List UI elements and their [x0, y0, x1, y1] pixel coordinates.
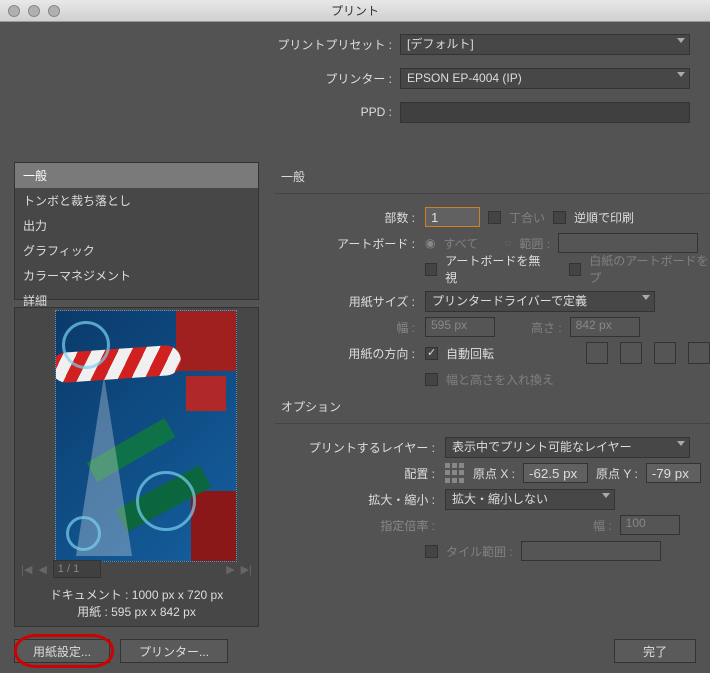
printer-combo[interactable]: EPSON EP-4004 (IP)	[400, 68, 690, 89]
collate-label: 丁合い	[509, 209, 545, 226]
swap-label: 幅と高さを入れ換え	[446, 371, 554, 388]
collate-checkbox	[488, 211, 501, 224]
printer-label: プリンター :	[0, 70, 400, 87]
blank-artboard-checkbox	[569, 263, 581, 276]
printer-button[interactable]: プリンター...	[120, 639, 228, 663]
category-item-output[interactable]: 出力	[15, 213, 258, 238]
nav-first-icon[interactable]: |◀	[21, 563, 32, 576]
window-minimize-button[interactable]	[28, 5, 40, 17]
print-preview: |◀ ◀ 1 / 1 ▶ ▶| ドキュメント : 1000 px x 720 p…	[14, 307, 259, 627]
origin-x-label: 原点 X :	[473, 465, 515, 482]
paper-size-combo[interactable]: プリンタードライバーで定義	[425, 291, 655, 312]
registration-point-icon[interactable]	[445, 463, 465, 483]
artboard-range-input	[558, 233, 698, 253]
window-close-button[interactable]	[8, 5, 20, 17]
artboard-all-label: すべて	[443, 235, 478, 252]
chevron-down-icon	[642, 295, 650, 300]
chevron-down-icon	[602, 493, 610, 498]
layers-label: プリントするレイヤー :	[275, 439, 445, 456]
height-input: 842 px	[570, 317, 640, 337]
layers-combo[interactable]: 表示中でプリント可能なレイヤー	[445, 437, 690, 458]
blank-artboard-label: 白紙のアートボードをプ	[589, 252, 710, 286]
window-zoom-button[interactable]	[48, 5, 60, 17]
orientation-landscape-icon	[620, 342, 642, 364]
chevron-down-icon	[677, 72, 685, 77]
width-label: 幅 :	[275, 319, 425, 336]
section-options-title: オプション	[281, 398, 710, 415]
orientation-label: 用紙の方向 :	[275, 345, 425, 362]
category-item-marks[interactable]: トンボと裁ち落とし	[15, 188, 258, 213]
auto-rotate-label: 自動回転	[446, 345, 494, 362]
window-title: プリント	[331, 4, 379, 18]
origin-y-input[interactable]	[646, 463, 701, 483]
category-item-general[interactable]: 一般	[15, 163, 258, 188]
page-setup-button[interactable]: 用紙設定...	[14, 639, 110, 663]
artboard-range-label: 範囲 :	[519, 235, 550, 252]
done-button[interactable]: 完了	[614, 639, 696, 663]
preset-combo[interactable]: [デフォルト]	[400, 34, 690, 55]
copies-label: 部数 :	[275, 209, 425, 226]
scale-label: 拡大・縮小 :	[275, 491, 445, 508]
chevron-down-icon	[677, 441, 685, 446]
orientation-landscape-rev-icon	[688, 342, 710, 364]
width-input: 595 px	[425, 317, 495, 337]
ratio-label: 指定倍率 :	[275, 517, 445, 534]
chevron-down-icon	[677, 38, 685, 43]
category-item-color-mgmt[interactable]: カラーマネジメント	[15, 263, 258, 288]
ratio-w-input: 100	[620, 515, 680, 535]
artboard-label: アートボード :	[275, 235, 425, 252]
preset-label: プリントプリセット :	[0, 36, 400, 53]
tile-input	[521, 541, 661, 561]
preview-canvas	[55, 310, 237, 562]
auto-rotate-checkbox[interactable]	[425, 347, 438, 360]
tile-label: タイル範囲 :	[446, 543, 513, 560]
preview-nav: |◀ ◀ 1 / 1 ▶ ▶|	[21, 559, 252, 579]
origin-y-label: 原点 Y :	[596, 465, 638, 482]
orientation-portrait-icon	[586, 342, 608, 364]
height-label: 高さ :	[531, 319, 562, 336]
nav-last-icon[interactable]: ▶|	[241, 563, 252, 576]
ppd-label: PPD :	[0, 105, 400, 119]
orientation-portrait-rev-icon	[654, 342, 676, 364]
ppd-combo	[400, 102, 690, 123]
nav-next-icon[interactable]: ▶	[226, 563, 234, 576]
reverse-label: 逆順で印刷	[574, 209, 634, 226]
ignore-artboard-label: アートボードを無視	[445, 252, 544, 286]
ratio-w-label: 幅 :	[593, 517, 612, 534]
copies-input[interactable]	[425, 207, 480, 227]
scale-combo[interactable]: 拡大・縮小しない	[445, 489, 615, 510]
nav-prev-icon[interactable]: ◀	[38, 563, 46, 576]
category-item-graphics[interactable]: グラフィック	[15, 238, 258, 263]
swap-checkbox	[425, 373, 438, 386]
tile-checkbox	[425, 545, 438, 558]
preview-info: ドキュメント : 1000 px x 720 px 用紙 : 595 px x …	[15, 587, 258, 621]
paper-size-label: 用紙サイズ :	[275, 293, 425, 310]
origin-x-input[interactable]	[523, 463, 588, 483]
placement-label: 配置 :	[275, 465, 445, 482]
nav-page-field[interactable]: 1 / 1	[53, 560, 101, 578]
window-titlebar: プリント	[0, 0, 710, 22]
category-list[interactable]: 一般 トンボと裁ち落とし 出力 グラフィック カラーマネジメント 詳細 設定内容	[14, 162, 259, 300]
section-general-title: 一般	[281, 168, 710, 185]
ignore-artboard-checkbox[interactable]	[425, 263, 437, 276]
reverse-checkbox[interactable]	[553, 211, 566, 224]
